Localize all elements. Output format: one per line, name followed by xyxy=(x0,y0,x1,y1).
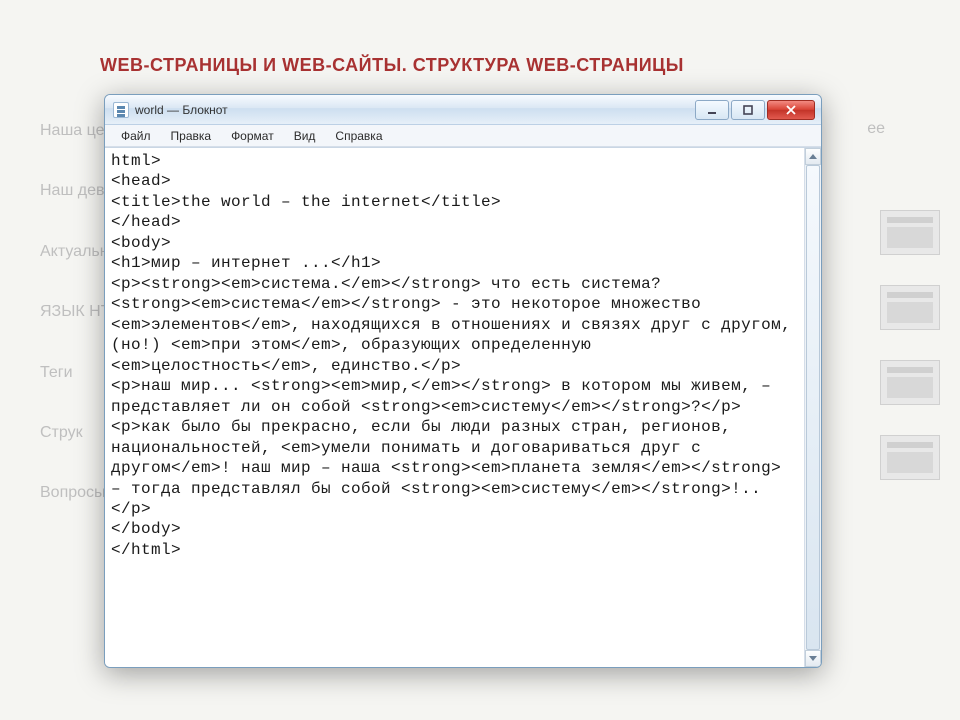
bg-item: Наша це xyxy=(40,120,110,142)
menu-format[interactable]: Формат xyxy=(221,127,284,145)
slide-thumbnail[interactable] xyxy=(880,435,940,480)
slide-background-items: Наша це Наш дев Актуальн ЯЗЫК HT Теги Ст… xyxy=(40,120,110,543)
minimize-icon xyxy=(707,105,717,115)
menu-edit[interactable]: Правка xyxy=(161,127,222,145)
bg-item: Актуальн xyxy=(40,241,110,263)
menu-file[interactable]: Файл xyxy=(111,127,161,145)
vertical-scrollbar[interactable] xyxy=(804,148,821,667)
bg-item: ЯЗЫК HT xyxy=(40,301,110,323)
window-titlebar[interactable]: world — Блокнот xyxy=(105,95,821,125)
editor-area: html> <HEAD> <title>The World – The Inte… xyxy=(105,147,821,667)
notepad-icon xyxy=(113,102,129,118)
menu-help[interactable]: Справка xyxy=(325,127,392,145)
notepad-window: world — Блокнот Файл Правка Формат Вид С… xyxy=(104,94,822,668)
scrollbar-track[interactable] xyxy=(805,165,821,650)
scroll-down-button[interactable] xyxy=(805,650,821,667)
slide-thumbnail[interactable] xyxy=(880,285,940,330)
slide-thumbnail[interactable] xyxy=(880,210,940,255)
bg-item: Теги xyxy=(40,362,110,384)
maximize-icon xyxy=(743,105,753,115)
slide-title: WEB-СТРАНИЦЫ И WEB-САЙТЫ. СТРУКТУРА WEB-… xyxy=(100,55,684,76)
bg-trail: ее xyxy=(867,120,885,138)
bg-item: Вопросы xyxy=(40,482,110,504)
bg-item: Наш дев xyxy=(40,180,110,202)
close-icon xyxy=(785,105,797,115)
text-editor[interactable]: html> <HEAD> <title>The World – The Inte… xyxy=(105,148,804,667)
bg-item: Струк xyxy=(40,422,110,444)
thumbnail-strip xyxy=(880,210,950,510)
window-title: world — Блокнот xyxy=(135,103,693,117)
menubar: Файл Правка Формат Вид Справка xyxy=(105,125,821,147)
close-button[interactable] xyxy=(767,100,815,120)
scrollbar-thumb[interactable] xyxy=(806,165,820,650)
minimize-button[interactable] xyxy=(695,100,729,120)
slide-thumbnail[interactable] xyxy=(880,360,940,405)
maximize-button[interactable] xyxy=(731,100,765,120)
scroll-up-button[interactable] xyxy=(805,148,821,165)
chevron-down-icon xyxy=(809,656,817,661)
chevron-up-icon xyxy=(809,154,817,159)
menu-view[interactable]: Вид xyxy=(284,127,326,145)
